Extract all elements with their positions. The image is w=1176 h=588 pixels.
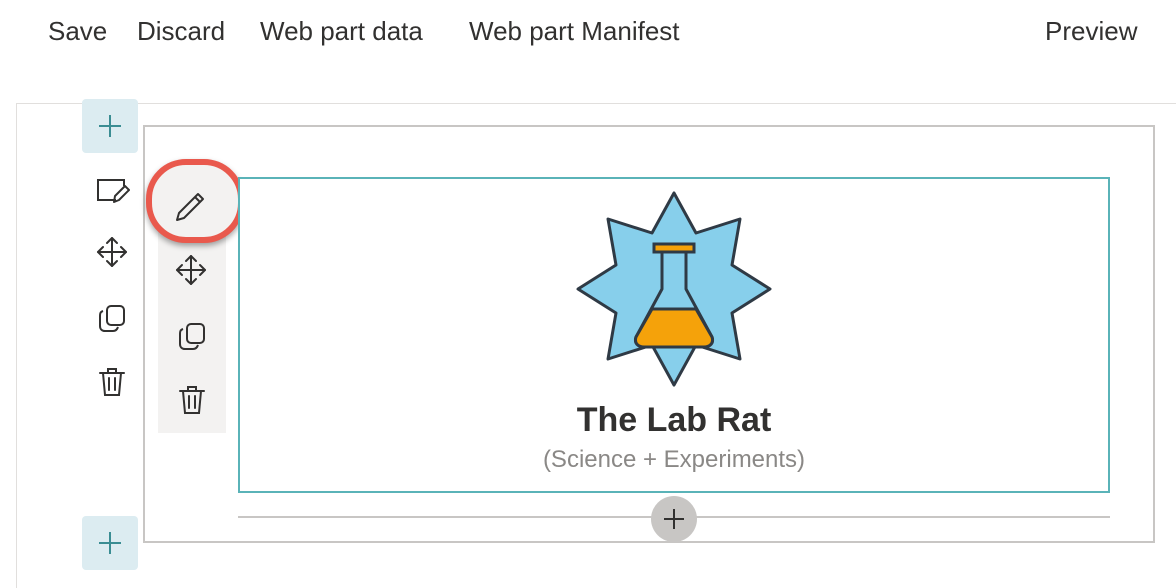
canvas-border-top [16, 103, 1176, 104]
move-icon[interactable] [92, 232, 132, 272]
webpart-manifest-button[interactable]: Web part Manifest [469, 14, 680, 48]
preview-button[interactable]: Preview [1045, 14, 1137, 48]
add-section-bottom-button[interactable] [82, 516, 138, 570]
discard-button[interactable]: Discard [137, 14, 225, 48]
top-toolbar: Save Discard Web part data Web part Mani… [0, 0, 1176, 64]
pencil-icon[interactable] [170, 187, 210, 227]
plus-icon [664, 509, 684, 529]
webpart-subtitle: (Science + Experiments) [542, 446, 806, 473]
duplicate-icon[interactable] [172, 316, 212, 356]
plus-icon [99, 115, 121, 137]
flask-star-logo [576, 191, 772, 387]
webpart-title: The Lab Rat [576, 401, 772, 439]
add-webpart-button[interactable] [651, 496, 697, 542]
save-button[interactable]: Save [48, 14, 107, 48]
add-section-top-button[interactable] [82, 99, 138, 153]
move-icon[interactable] [171, 250, 211, 290]
plus-icon [99, 532, 121, 554]
delete-icon[interactable] [92, 362, 132, 402]
webpart-data-button[interactable]: Web part data [260, 14, 423, 48]
canvas-border-left [16, 103, 17, 588]
webpart-container[interactable]: The Lab Rat (Science + Experiments) [238, 177, 1110, 493]
delete-icon[interactable] [172, 380, 212, 420]
duplicate-icon[interactable] [92, 298, 132, 338]
edit-section-icon[interactable] [92, 170, 132, 210]
